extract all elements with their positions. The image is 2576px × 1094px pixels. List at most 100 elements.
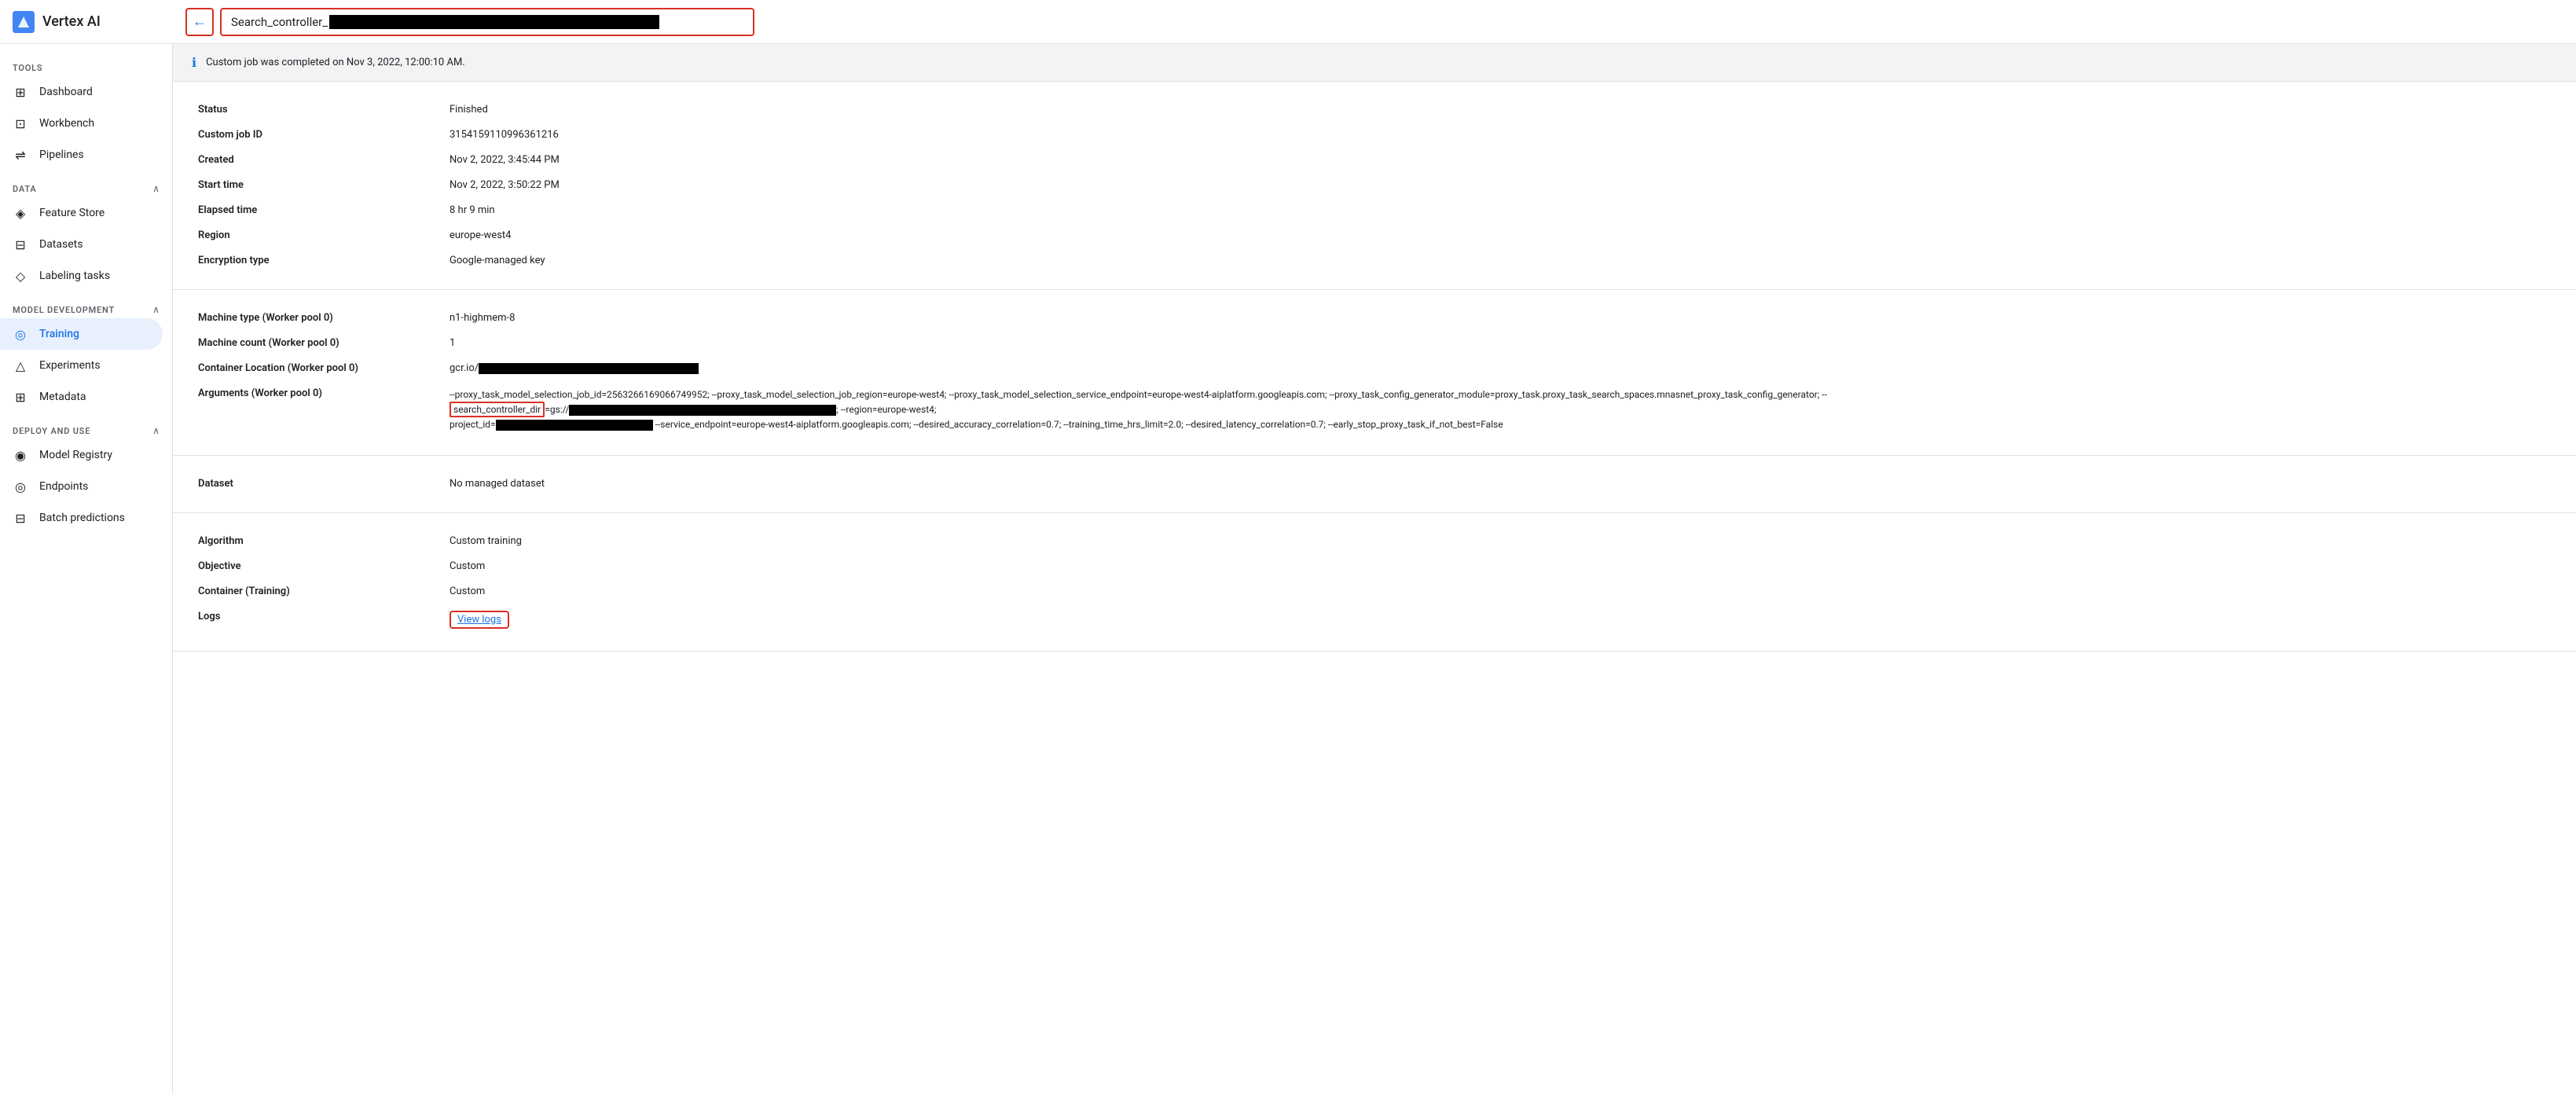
main-layout: TOOLS ⊞ Dashboard ⊡ Workbench ⇌ Pipeline… <box>0 44 2576 1094</box>
sidebar-item-label: Workbench <box>39 117 94 130</box>
args-highlight: search_controller_dir <box>450 402 545 417</box>
table-row: Region europe-west4 <box>198 223 2551 248</box>
sidebar-item-pipelines[interactable]: ⇌ Pipelines <box>0 139 163 171</box>
sidebar-item-label: Feature Store <box>39 207 105 219</box>
info-banner-text: Custom job was completed on Nov 3, 2022,… <box>206 57 465 68</box>
row-value: gcr.io/ <box>450 362 2551 374</box>
args-redacted-1 <box>569 405 836 416</box>
table-row: Created Nov 2, 2022, 3:45:44 PM <box>198 148 2551 173</box>
table-row: Machine count (Worker pool 0) 1 <box>198 331 2551 356</box>
sidebar-item-label: Training <box>39 328 79 340</box>
arguments-row: Arguments (Worker pool 0) --proxy_task_m… <box>198 381 2551 439</box>
deploy-section-chevron[interactable]: ∧ <box>152 425 160 436</box>
model-section-label: MODEL DEVELOPMENT <box>13 305 115 315</box>
sidebar-item-label: Endpoints <box>39 480 88 493</box>
sidebar-item-label: Batch predictions <box>39 512 125 524</box>
sidebar-item-label: Model Registry <box>39 449 112 461</box>
sidebar-item-training[interactable]: ◎ Training <box>0 318 163 350</box>
row-value: 8 hr 9 min <box>450 204 2551 216</box>
back-icon: ← <box>193 13 207 30</box>
table-row: Elapsed time 8 hr 9 min <box>198 198 2551 223</box>
table-row: Container Location (Worker pool 0) gcr.i… <box>198 356 2551 381</box>
experiments-icon: △ <box>13 358 28 373</box>
row-label: Container (Training) <box>198 586 450 597</box>
row-label: Elapsed time <box>198 204 450 216</box>
row-value: 1 <box>450 337 2551 349</box>
workbench-icon: ⊡ <box>13 116 28 131</box>
row-value: Custom <box>450 586 2551 597</box>
row-label: Status <box>198 104 450 116</box>
row-label: Container Location (Worker pool 0) <box>198 362 450 374</box>
sidebar-item-workbench[interactable]: ⊡ Workbench <box>0 108 163 139</box>
row-label: Start time <box>198 179 450 191</box>
table-row: Encryption type Google-managed key <box>198 248 2551 274</box>
args-line1: --proxy_task_model_selection_job_id=2563… <box>450 387 2551 402</box>
row-label: Machine count (Worker pool 0) <box>198 337 450 349</box>
sidebar-item-label: Dashboard <box>39 86 93 98</box>
model-registry-icon: ◉ <box>13 447 28 463</box>
sidebar-item-dashboard[interactable]: ⊞ Dashboard <box>0 76 163 108</box>
sidebar-item-metadata[interactable]: ⊞ Metadata <box>0 381 163 413</box>
vertex-ai-icon <box>13 11 35 33</box>
title-prefix: Search_controller_ <box>231 15 328 29</box>
row-label: Region <box>198 229 450 241</box>
dataset-section: Dataset No managed dataset <box>173 456 2576 513</box>
row-value: Google-managed key <box>450 255 2551 266</box>
sidebar-item-label: Experiments <box>39 359 101 372</box>
table-row: Machine type (Worker pool 0) n1-highmem-… <box>198 306 2551 331</box>
sidebar-item-labeling-tasks[interactable]: ◇ Labeling tasks <box>0 260 163 292</box>
table-row: Objective Custom <box>198 554 2551 579</box>
page-title-bar: Search_controller_ <box>220 8 754 36</box>
status-section: Status Finished Custom job ID 3154159110… <box>173 82 2576 290</box>
container-location-redacted <box>479 363 699 374</box>
table-row: Status Finished <box>198 97 2551 123</box>
worker-pool-section: Machine type (Worker pool 0) n1-highmem-… <box>173 290 2576 456</box>
sidebar-item-label: Datasets <box>39 238 83 251</box>
algorithm-section: Algorithm Custom training Objective Cust… <box>173 513 2576 652</box>
row-label: Objective <box>198 560 450 572</box>
table-row: Dataset No managed dataset <box>198 472 2551 497</box>
info-banner: ℹ Custom job was completed on Nov 3, 202… <box>173 44 2576 82</box>
sidebar-item-feature-store[interactable]: ◈ Feature Store <box>0 197 163 229</box>
sidebar-item-endpoints[interactable]: ◎ Endpoints <box>0 471 163 502</box>
batch-predictions-icon: ⊟ <box>13 510 28 526</box>
args-line2: search_controller_dir=gs://; --region=eu… <box>450 402 2551 417</box>
row-value: Nov 2, 2022, 3:45:44 PM <box>450 154 2551 166</box>
data-section-label: DATA <box>13 184 37 194</box>
sidebar-item-label: Labeling tasks <box>39 270 110 282</box>
row-label: Created <box>198 154 450 166</box>
row-label: Algorithm <box>198 535 450 547</box>
row-value: Nov 2, 2022, 3:50:22 PM <box>450 179 2551 191</box>
sidebar-item-model-registry[interactable]: ◉ Model Registry <box>0 439 163 471</box>
row-label: Encryption type <box>198 255 450 266</box>
info-icon: ℹ <box>192 55 196 70</box>
sidebar-item-experiments[interactable]: △ Experiments <box>0 350 163 381</box>
row-value: 31541591109963​61216 <box>450 129 2551 141</box>
endpoints-icon: ◎ <box>13 479 28 494</box>
sidebar-item-batch-predictions[interactable]: ⊟ Batch predictions <box>0 502 163 534</box>
args-redacted-2 <box>496 420 653 431</box>
row-value: europe-west4 <box>450 229 2551 241</box>
row-value: Custom training <box>450 535 2551 547</box>
topbar: Vertex AI ← Search_controller_ <box>0 0 2576 44</box>
training-icon: ◎ <box>13 326 28 342</box>
logs-row: Logs View logs <box>198 604 2551 635</box>
sidebar-item-datasets[interactable]: ⊟ Datasets <box>0 229 163 260</box>
row-value: n1-highmem-8 <box>450 312 2551 324</box>
data-section-chevron[interactable]: ∧ <box>152 183 160 194</box>
table-row: Start time Nov 2, 2022, 3:50:22 PM <box>198 173 2551 198</box>
back-button[interactable]: ← <box>185 8 214 36</box>
tools-section-label: TOOLS <box>0 50 172 76</box>
args-line3: project_id= --service_endpoint=europe-we… <box>450 417 2551 432</box>
metadata-icon: ⊞ <box>13 389 28 405</box>
model-section-chevron[interactable]: ∧ <box>152 304 160 315</box>
pipelines-icon: ⇌ <box>13 147 28 163</box>
sidebar-item-label: Metadata <box>39 391 86 403</box>
view-logs-link[interactable]: View logs <box>450 611 509 629</box>
arguments-value: --proxy_task_model_selection_job_id=2563… <box>450 387 2551 433</box>
row-value: Custom <box>450 560 2551 572</box>
deploy-section-label: DEPLOY AND USE <box>13 426 90 436</box>
app-title: Vertex AI <box>42 13 101 30</box>
row-label: Custom job ID <box>198 129 450 141</box>
labeling-tasks-icon: ◇ <box>13 268 28 284</box>
